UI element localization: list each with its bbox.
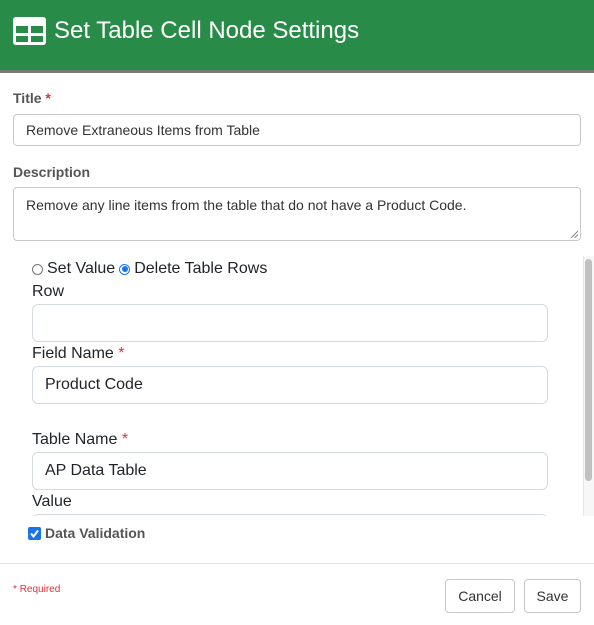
radio-set-value-label[interactable]: Set Value bbox=[47, 259, 115, 279]
table-icon bbox=[13, 17, 46, 45]
description-label: Description bbox=[13, 164, 91, 180]
mode-radio-group: Set Value Delete Table Rows bbox=[32, 259, 267, 279]
radio-set-value[interactable] bbox=[32, 263, 43, 275]
required-mark: * bbox=[45, 90, 51, 106]
required-note: * Required bbox=[13, 584, 60, 595]
title-input[interactable]: Remove Extraneous Items from Table bbox=[13, 114, 581, 146]
resize-grip-icon[interactable] bbox=[570, 230, 578, 238]
field-name-label: Field Name * bbox=[32, 345, 125, 363]
required-mark: * bbox=[118, 345, 125, 362]
title-label-text: Title bbox=[13, 90, 42, 106]
scrollbar-thumb[interactable] bbox=[585, 259, 592, 481]
data-validation-checkbox[interactable] bbox=[28, 526, 41, 540]
title-label: Title * bbox=[13, 90, 51, 106]
field-name-input[interactable]: Product Code bbox=[32, 366, 548, 404]
description-textarea[interactable]: Remove any line items from the table tha… bbox=[13, 187, 581, 241]
description-text: Remove any line items from the table tha… bbox=[26, 197, 467, 213]
table-name-label-text: Table Name bbox=[32, 431, 118, 448]
row-label: Row bbox=[32, 283, 65, 300]
data-validation-label[interactable]: Data Validation bbox=[45, 525, 145, 541]
required-mark: * bbox=[121, 431, 129, 448]
row-input[interactable] bbox=[32, 304, 548, 342]
table-name-input[interactable]: AP Data Table bbox=[32, 452, 548, 490]
value-label: Value bbox=[32, 493, 72, 510]
checkmark-icon bbox=[30, 529, 39, 538]
dialog-header: Set Table Cell Node Settings bbox=[0, 0, 594, 73]
required-note-mark: * bbox=[13, 584, 17, 595]
radio-delete-table-rows[interactable] bbox=[119, 263, 131, 275]
save-button[interactable]: Save bbox=[524, 579, 581, 613]
required-note-text: Required bbox=[19, 584, 61, 595]
dialog-title: Set Table Cell Node Settings bbox=[54, 17, 360, 44]
settings-scroll-area: Set Value Delete Table Rows Row Field Na… bbox=[0, 256, 594, 516]
table-name-label: Table Name * bbox=[32, 431, 128, 449]
radio-delete-table-rows-label[interactable]: Delete Table Rows bbox=[134, 259, 267, 279]
cancel-button[interactable]: Cancel bbox=[445, 579, 515, 613]
field-name-label-text: Field Name bbox=[32, 345, 114, 362]
value-input[interactable] bbox=[32, 514, 548, 516]
data-validation-row: Data Validation bbox=[28, 525, 145, 541]
footer-divider bbox=[0, 563, 594, 564]
